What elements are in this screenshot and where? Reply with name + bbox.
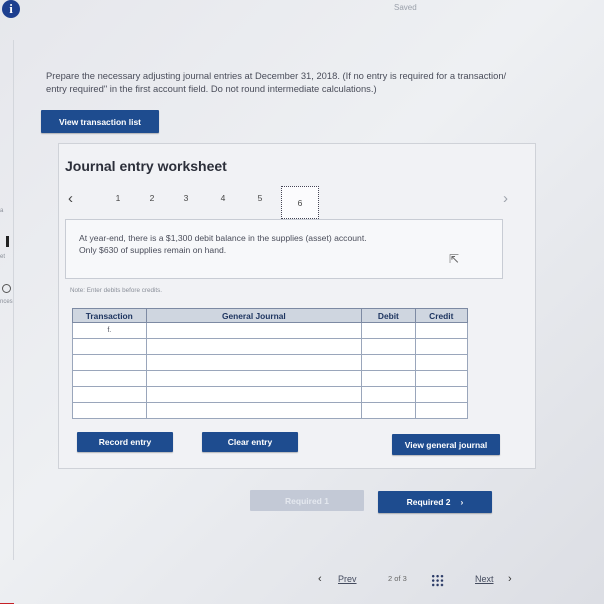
- credit-field[interactable]: [414, 386, 469, 403]
- chevron-right-icon[interactable]: ›: [508, 573, 512, 585]
- transaction-cell: [72, 402, 147, 419]
- next-link[interactable]: Next: [475, 574, 494, 584]
- question-navigation: ‹ Prev 2 of 3 Next ›: [318, 573, 538, 590]
- account-field[interactable]: [145, 354, 363, 371]
- table-row: [72, 338, 469, 355]
- transaction-cell: [72, 354, 147, 371]
- question-of-word: of: [394, 574, 401, 583]
- mouse-pointer-icon: ⇱: [449, 252, 460, 266]
- prev-required-button: Required 1: [250, 490, 364, 511]
- debit-field[interactable]: [361, 354, 416, 371]
- credit-field[interactable]: [414, 354, 469, 371]
- table-row: [72, 370, 469, 387]
- pager-page-1[interactable]: 1: [111, 193, 125, 203]
- pager-page-6-active[interactable]: 6: [281, 186, 319, 219]
- debit-credit-note: Note: Enter debits before credits.: [70, 287, 163, 294]
- account-field[interactable]: [145, 402, 363, 419]
- top-bar: i Saved: [0, 0, 604, 26]
- transaction-cell: [72, 370, 147, 387]
- debit-field[interactable]: [361, 402, 416, 419]
- next-required-label: Required 2: [406, 497, 451, 507]
- table-row: f.: [72, 322, 469, 339]
- save-status: Saved: [394, 3, 417, 12]
- clear-entry-button[interactable]: Clear entry: [202, 432, 298, 452]
- pager-page-3[interactable]: 3: [179, 193, 193, 203]
- account-field[interactable]: [145, 322, 363, 339]
- sidebar-fragment: a: [0, 208, 4, 214]
- sidebar-marker-icon: [6, 236, 9, 247]
- instructions-line-2: entry required" in the first account fie…: [46, 82, 377, 94]
- total-question-number: 3: [402, 574, 407, 583]
- sidebar-fragment: et: [0, 254, 6, 260]
- credit-field[interactable]: [414, 402, 469, 419]
- current-question-number: 2: [388, 574, 393, 583]
- transaction-cell: f.: [72, 322, 147, 339]
- debit-field[interactable]: [361, 322, 416, 339]
- column-header-general-journal: General Journal: [145, 308, 363, 323]
- pager-page-5[interactable]: 5: [253, 193, 267, 203]
- info-icon[interactable]: i: [2, 0, 20, 18]
- question-position: 2 of 3: [388, 574, 407, 583]
- debit-field[interactable]: [361, 386, 416, 403]
- pager-page-4[interactable]: 4: [216, 193, 230, 203]
- chevron-right-icon: ›: [460, 497, 464, 507]
- table-row: [72, 386, 469, 403]
- chevron-left-icon[interactable]: ‹: [318, 573, 322, 585]
- transaction-cell: [72, 338, 147, 355]
- question-line-2: Only $630 of supplies remain on hand.: [79, 244, 227, 255]
- table-row: [72, 402, 469, 419]
- table-row: [72, 354, 469, 371]
- transaction-description: At year-end, there is a $1,300 debit bal…: [65, 219, 503, 279]
- column-header-debit: Debit: [361, 308, 416, 323]
- sidebar-fragment: nces: [0, 299, 13, 305]
- credit-field[interactable]: [414, 322, 469, 339]
- journal-entry-table: Transaction General Journal Debit Credit…: [72, 308, 469, 419]
- question-line-1: At year-end, there is a $1,300 debit bal…: [79, 233, 367, 243]
- instructions: Prepare the necessary adjusting journal …: [46, 70, 604, 102]
- account-field[interactable]: [145, 370, 363, 387]
- sidebar-circle-icon[interactable]: [2, 284, 11, 293]
- credit-field[interactable]: [414, 370, 469, 387]
- record-entry-button[interactable]: Record entry: [77, 432, 173, 452]
- debit-field[interactable]: [361, 338, 416, 355]
- question-grid-icon[interactable]: [431, 574, 444, 587]
- journal-entry-worksheet: Journal entry worksheet ‹ 1 2 3 4 5 6 › …: [58, 143, 536, 469]
- view-transaction-list-button[interactable]: View transaction list: [41, 110, 159, 133]
- view-general-journal-button[interactable]: View general journal: [392, 434, 500, 455]
- worksheet-title: Journal entry worksheet: [65, 158, 227, 174]
- credit-field[interactable]: [414, 338, 469, 355]
- transaction-cell: [72, 386, 147, 403]
- pager-next-icon[interactable]: ›: [503, 190, 508, 207]
- worksheet-pager: ‹ 1 2 3 4 5 6 ›: [59, 186, 537, 222]
- column-header-transaction: Transaction: [72, 308, 147, 323]
- next-required-button[interactable]: Required 2 ›: [378, 491, 492, 513]
- instructions-line-1: Prepare the necessary adjusting journal …: [46, 70, 507, 81]
- column-header-credit: Credit: [414, 308, 469, 323]
- pager-prev-icon[interactable]: ‹: [68, 190, 73, 207]
- debit-field[interactable]: [361, 370, 416, 387]
- prev-link[interactable]: Prev: [338, 574, 357, 584]
- prev-required-label: Required 1: [285, 495, 329, 506]
- left-sidebar-edge: a et nces: [0, 40, 14, 604]
- account-field[interactable]: [145, 338, 363, 355]
- pager-page-2[interactable]: 2: [145, 193, 159, 203]
- account-field[interactable]: [145, 386, 363, 403]
